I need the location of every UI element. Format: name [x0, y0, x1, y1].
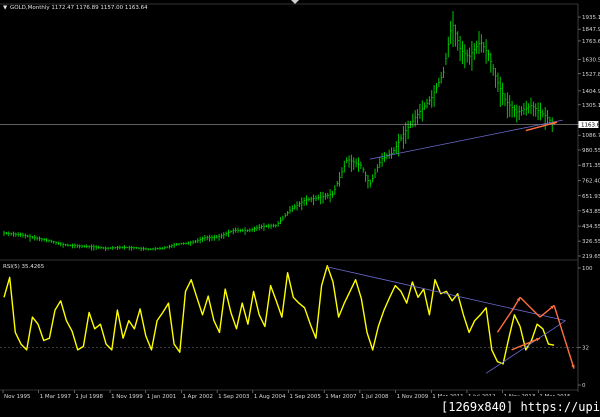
price-panel-title: GOLD,Monthly 1172.47 1176.89 1157.00 116… [10, 5, 148, 11]
price-tick-label: 1086.75 [582, 133, 600, 139]
time-tick-label: 1 Jul 1998 [75, 394, 103, 400]
rsi-tick-label: 0 [582, 383, 586, 389]
time-tick-label: 1 Sep 2003 [218, 394, 250, 400]
price-tick-label: 1935.15 [582, 15, 600, 21]
time-tick-label: 1 Sep 2005 [290, 394, 322, 400]
rsi-tick-label: 100 [582, 266, 593, 272]
time-tick-label: 1 Nov 2009 [397, 394, 429, 400]
price-tick-label: 871.35 [582, 163, 600, 169]
time-tick-label: 1 Mar 2007 [325, 394, 357, 400]
price-tick-label: 1305.15 [582, 103, 600, 109]
time-tick-label: 1 Nov 1999 [111, 394, 143, 400]
price-tick-label: 1763.65 [582, 39, 600, 45]
rsi-panel-title: RSI(5) 35.4265 [3, 264, 45, 270]
price-tick-label: 1847.90 [582, 27, 600, 33]
time-tick-label: 1 Jan 2001 [147, 394, 176, 400]
time-tick-label: 1 Mar 1997 [40, 394, 72, 400]
time-tick-label: 1 Apr 2002 [182, 394, 213, 400]
price-tick-label: 1527.85 [582, 72, 600, 78]
time-tick-label: 1 Jul 2008 [361, 394, 389, 400]
price-tick-label: 219.65 [582, 254, 600, 260]
price-tick-label: 980.55 [582, 148, 600, 154]
time-tick-label: Nov 1995 [4, 394, 31, 400]
price-tick-label: 1630.55 [582, 57, 600, 63]
price-tick-label: 326.55 [582, 239, 600, 245]
rsi-tick-label: 32 [582, 346, 589, 352]
current-price-label: 1163.64 [581, 123, 600, 129]
price-tick-label: 1404.95 [582, 89, 600, 95]
rsi-panel-header: RSI(5) 35.4265 [3, 264, 45, 270]
price-tick-label: 434.55 [582, 224, 600, 230]
watermark: [1269x840] https://upic.me/ [439, 396, 600, 417]
mt4-chart: 1935.15 1847.90 1763.65 1630.55 1527.85 1404.… [0, 0, 600, 417]
price-tick-label: 762.40 [582, 178, 600, 184]
price-panel-header: ▼ GOLD,Monthly 1172.47 1176.89 1157.00 1… [3, 5, 148, 11]
price-tick-label: 651.93 [582, 194, 600, 200]
price-tick-label: 543.85 [582, 209, 600, 215]
watermark-text: [1269x840] https://upic.me/ [441, 400, 600, 414]
time-tick-label: 1 Aug 2004 [254, 394, 286, 400]
